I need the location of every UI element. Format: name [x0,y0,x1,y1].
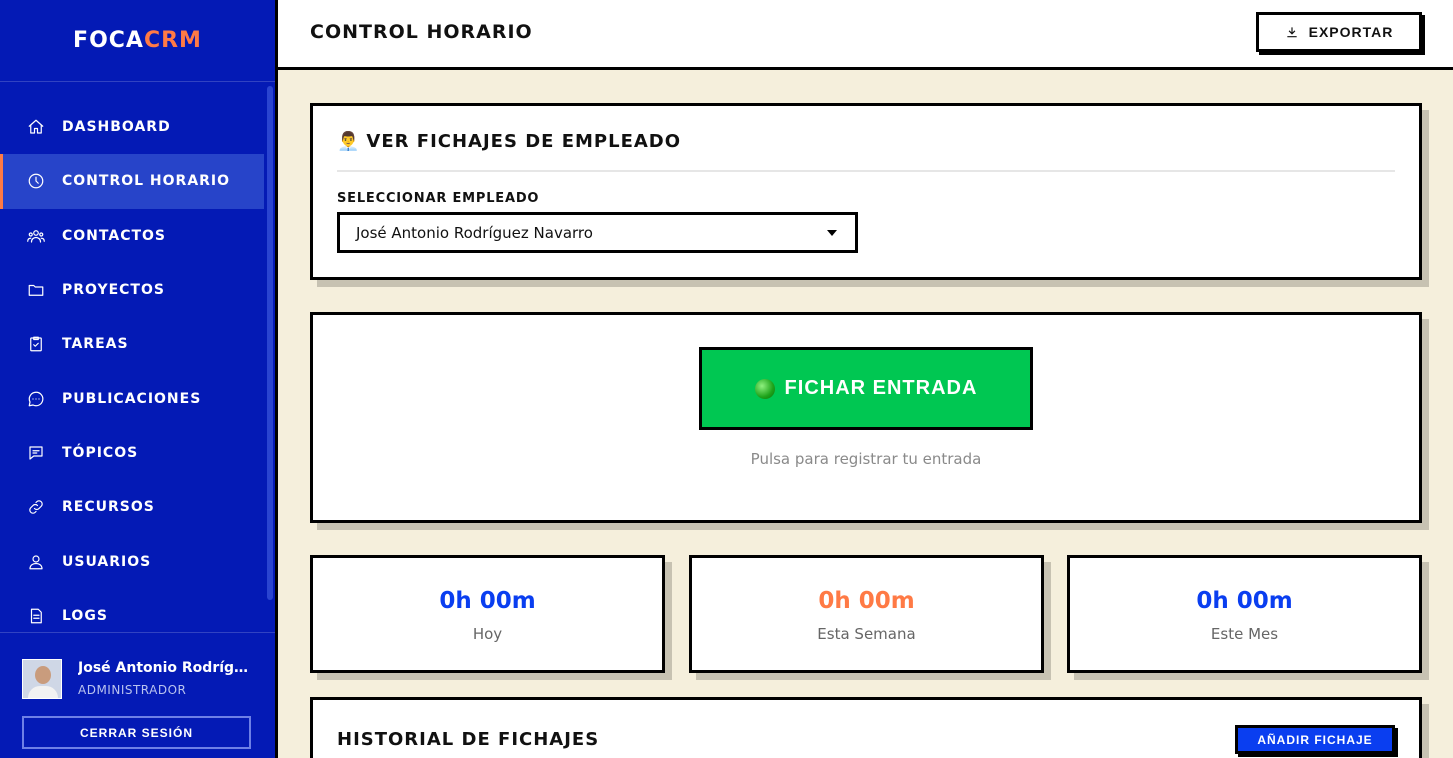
page-header: CONTROL HORARIO EXPORTAR [278,0,1453,70]
sidebar-item-label: USUARIOS [62,553,152,570]
message-square-icon [26,443,46,463]
sidebar-item-publicaciones[interactable]: PUBLICACIONES [0,371,264,425]
history-card: HISTORIAL DE FICHAJES AÑADIR FICHAJE [310,697,1422,758]
brand-name-part2: CRM [143,28,202,53]
sidebar-item-label: PROYECTOS [62,282,165,299]
user-role: ADMINISTRADOR [78,683,187,697]
employee-select[interactable]: José Antonio Rodríguez Navarro [337,212,858,253]
stat-label: Hoy [472,625,503,643]
sidebar-item-tareas[interactable]: TAREAS [0,317,264,371]
stat-card-hoy: 0h 00m Hoy [310,555,665,673]
employee-select-label: SELECCIONAR EMPLEADO [337,191,540,206]
office-worker-icon: 👨‍💼 [337,131,361,152]
sidebar-item-label: CONTACTOS [62,227,166,244]
add-entry-button[interactable]: AÑADIR FICHAJE [1235,725,1395,754]
download-icon [1286,27,1297,38]
sidebar-item-usuarios[interactable]: USUARIOS [0,534,264,588]
sidebar-item-label: TÓPICOS [62,444,139,461]
sidebar-item-recursos[interactable]: RECURSOS [0,480,264,534]
brand-name-part1: FOCA [73,28,144,53]
green-circle-icon [754,378,775,399]
stat-value: 0h 00m [1196,588,1293,614]
sidebar: FOCA CRM DASHBOARD CONTROL HORARIO CONTAC… [0,0,278,758]
stat-card-semana: 0h 00m Esta Semana [689,555,1044,673]
card-title-text: VER FICHAJES DE EMPLEADO [366,131,682,152]
divider [337,170,1395,172]
sidebar-item-topicos[interactable]: TÓPICOS [0,426,264,480]
stat-card-mes: 0h 00m Este Mes [1067,555,1422,673]
home-icon [26,117,46,137]
export-label: EXPORTAR [1308,24,1394,40]
sidebar-item-label: DASHBOARD [62,119,171,136]
link-icon [26,497,46,517]
logout-button[interactable]: CERRAR SESIÓN [22,716,251,749]
chat-bubble-icon [26,389,46,409]
employee-selector-card: 👨‍💼 VER FICHAJES DE EMPLEADO SELECCIONAR … [310,103,1422,280]
sidebar-item-control-horario[interactable]: CONTROL HORARIO [0,154,264,209]
checkin-button-label: FICHAR ENTRADA [784,377,978,399]
sidebar-item-label: TAREAS [62,336,129,353]
checkin-hint: Pulsa para registrar tu entrada [750,450,982,468]
user-name: José Antonio Rodrígu... [78,660,258,676]
sidebar-item-proyectos[interactable]: PROYECTOS [0,263,264,317]
history-title: HISTORIAL DE FICHAJES [337,729,600,750]
stat-value: 0h 00m [818,588,915,614]
sidebar-item-dashboard[interactable]: DASHBOARD [0,100,264,154]
sidebar-item-label: PUBLICACIONES [62,390,202,407]
caret-down-icon [827,230,837,236]
checkin-card: FICHAR ENTRADA Pulsa para registrar tu e… [310,312,1422,523]
sidebar-item-label: CONTROL HORARIO [62,173,231,190]
page-title: CONTROL HORARIO [310,21,533,43]
sidebar-item-label: LOGS [62,607,108,624]
stat-value: 0h 00m [439,588,536,614]
users-group-icon [26,226,46,246]
stat-label: Esta Semana [817,625,916,643]
user-icon [26,552,46,572]
document-icon [26,606,46,626]
export-button[interactable]: EXPORTAR [1256,12,1422,52]
sidebar-nav: DASHBOARD CONTROL HORARIO CONTACTOS PROY… [0,100,264,643]
folder-icon [26,280,46,300]
avatar [22,659,62,699]
user-panel: José Antonio Rodrígu... ADMINISTRADOR CE… [0,632,275,758]
clock-icon [26,171,46,191]
checkin-button[interactable]: FICHAR ENTRADA [699,347,1033,430]
brand-logo[interactable]: FOCA CRM [0,0,275,82]
sidebar-scrollbar[interactable] [267,86,273,600]
employee-select-value: José Antonio Rodríguez Navarro [356,223,593,242]
clipboard-check-icon [26,334,46,354]
card-title: 👨‍💼 VER FICHAJES DE EMPLEADO [337,131,681,152]
sidebar-item-label: RECURSOS [62,499,155,516]
stat-label: Este Mes [1210,625,1279,643]
sidebar-item-contactos[interactable]: CONTACTOS [0,209,264,263]
